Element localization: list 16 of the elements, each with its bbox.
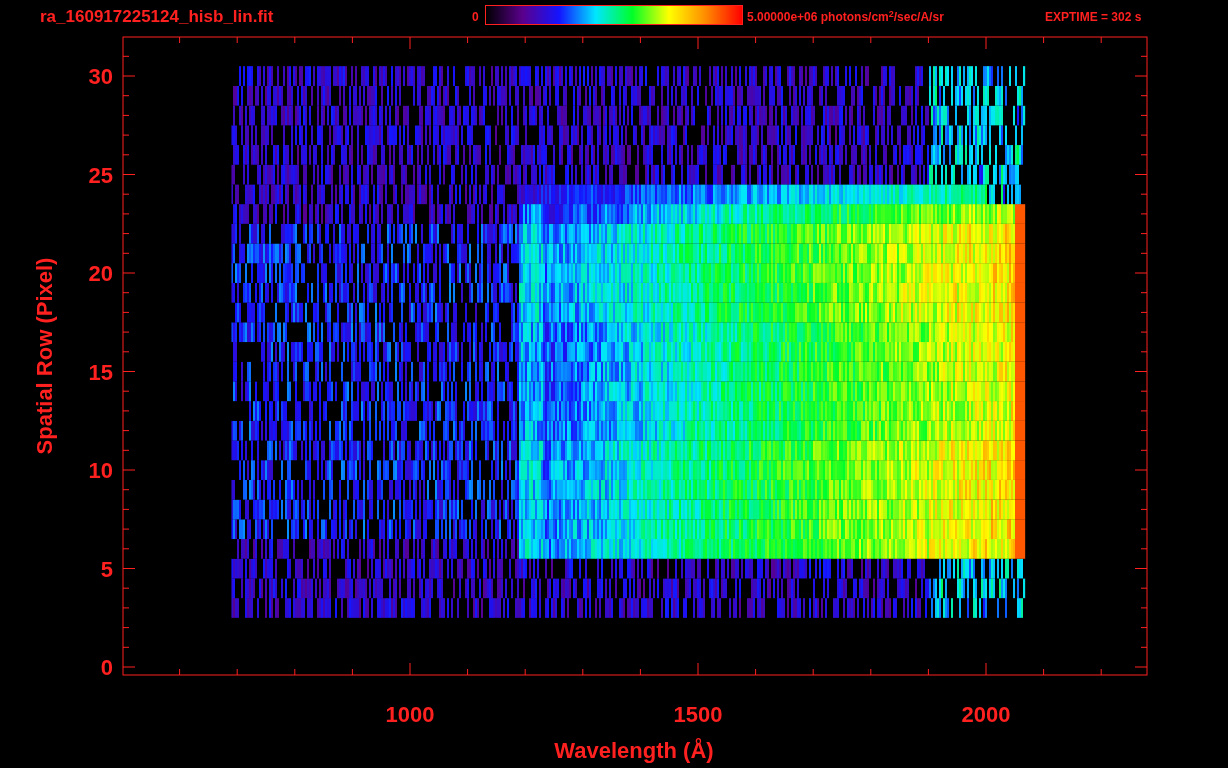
y-tick-label: 30 bbox=[88, 64, 113, 89]
y-tick-label: 25 bbox=[88, 162, 113, 188]
exposure-time: EXPTIME = 302 s bbox=[1045, 9, 1142, 25]
y-tick-label: 5 bbox=[100, 556, 113, 582]
file-title: ra_160917225124_hisb_lin.fit bbox=[40, 7, 274, 27]
x-axis-label: Wavelength (Å) bbox=[554, 738, 714, 763]
y-tick-label: 15 bbox=[88, 359, 113, 385]
y-axis-label: Spatial Row (Pixel) bbox=[32, 257, 57, 455]
x-tick-label: 1000 bbox=[385, 702, 435, 727]
y-tick-label: 10 bbox=[88, 458, 113, 483]
y-tick-label: 0 bbox=[100, 655, 113, 680]
y-tick-label: 20 bbox=[88, 261, 113, 286]
colorbar-min-label: 0 bbox=[472, 9, 479, 25]
colorbar-max-label: 5.00000e+06 photons/cm$^{2}$/sec/A/sr bbox=[747, 9, 944, 25]
x-tick-label: 2000 bbox=[961, 702, 1011, 727]
x-tick-label: 1500 bbox=[673, 702, 723, 727]
